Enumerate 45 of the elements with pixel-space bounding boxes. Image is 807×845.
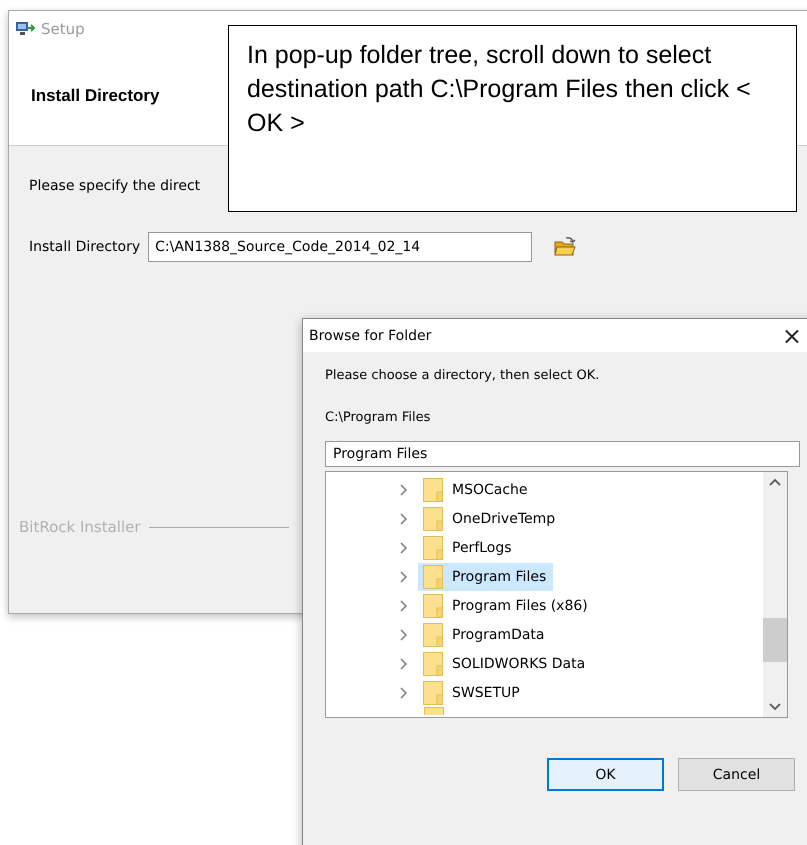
scroll-down-icon[interactable] xyxy=(769,703,781,711)
ok-button[interactable]: OK xyxy=(547,758,664,791)
field-label: Install Directory xyxy=(29,239,140,255)
prompt-text: Please specify the direct xyxy=(29,178,202,194)
scroll-up-icon[interactable] xyxy=(769,478,781,486)
chevron-icon[interactable] xyxy=(400,484,408,496)
chevron-icon[interactable] xyxy=(400,600,408,612)
page-heading: Install Directory xyxy=(31,86,160,106)
folder-icon[interactable] xyxy=(554,237,576,257)
folder-icon xyxy=(423,594,443,618)
tree-item[interactable]: SWSETUP xyxy=(418,678,527,706)
chevron-icon[interactable] xyxy=(400,628,408,640)
folder-icon xyxy=(424,707,444,715)
scrollbar[interactable] xyxy=(763,472,787,717)
callout-text: In pop-up folder tree, scroll down to select destination path C:\Program Files then click < OK > xyxy=(247,40,752,139)
tree-item[interactable]: SOLIDWORKS Data xyxy=(418,650,592,678)
chevron-icon[interactable] xyxy=(400,570,408,582)
tree-item[interactable]: ProgramData xyxy=(418,620,552,648)
dialog-title: Browse for Folder xyxy=(309,328,432,344)
folder-icon xyxy=(423,506,443,530)
folder-icon xyxy=(423,680,443,704)
window-title: Setup xyxy=(41,20,85,38)
tree-item[interactable]: PerfLogs xyxy=(418,534,519,562)
folder-icon xyxy=(423,564,443,588)
tree-item[interactable]: Program Files xyxy=(418,562,554,590)
tree-item[interactable]: MSOCache xyxy=(418,476,535,504)
folder-icon xyxy=(423,652,443,676)
cancel-button[interactable]: Cancel xyxy=(678,758,795,791)
chevron-icon[interactable] xyxy=(400,658,408,670)
close-button[interactable]: × xyxy=(776,324,807,348)
folder-icon xyxy=(423,622,443,646)
current-path: C:\Program Files xyxy=(325,410,432,425)
folder-icon xyxy=(423,478,443,502)
computer-icon xyxy=(15,20,35,38)
folder-name-field[interactable]: Program Files xyxy=(325,441,800,467)
installer-brand: BitRock Installer xyxy=(19,518,141,536)
scrollbar-thumb[interactable] xyxy=(763,618,787,662)
instruction-text: Please choose a directory, then select OK. xyxy=(325,368,600,383)
chevron-icon[interactable] xyxy=(400,542,408,554)
chevron-icon[interactable] xyxy=(400,686,408,698)
tree-item[interactable]: Program Files (x86) xyxy=(418,592,595,620)
directory-field[interactable]: C:\AN1388_Source_Code_2014_02_14 xyxy=(148,232,532,262)
chevron-icon[interactable] xyxy=(400,512,408,524)
tree-item[interactable]: OneDriveTemp xyxy=(418,504,562,532)
folder-icon xyxy=(423,536,443,560)
